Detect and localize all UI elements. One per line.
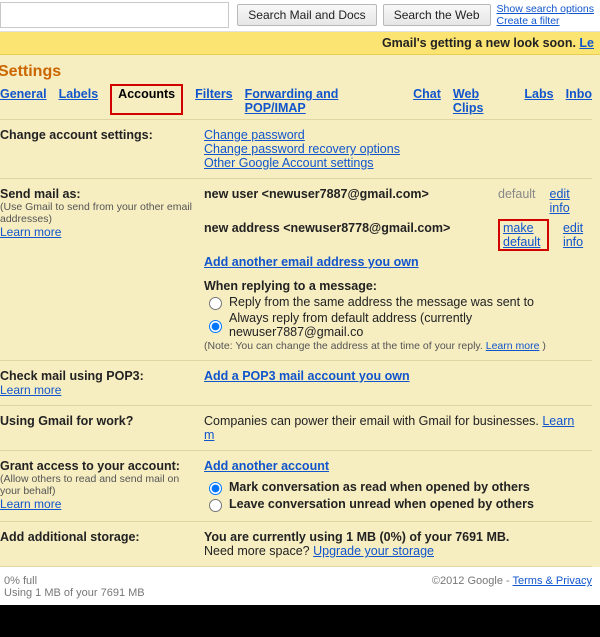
add-another-email-link[interactable]: Add another email address you own bbox=[204, 255, 419, 269]
tab-forwarding[interactable]: Forwarding and POP/IMAP bbox=[245, 87, 402, 115]
reply-opt1-label: Reply from the same address the message … bbox=[229, 295, 534, 309]
send-as-sublabel: (Use Gmail to send from your other email… bbox=[0, 201, 200, 225]
reply-note: (Note: You can change the address at the… bbox=[204, 340, 588, 352]
grant-option-leave-unread[interactable]: Leave conversation unread when opened by… bbox=[204, 496, 588, 512]
tab-webclips[interactable]: Web Clips bbox=[453, 87, 513, 115]
reply-note-suffix: ) bbox=[542, 340, 546, 352]
send-as-addr1-text: new user <newuser7887@gmail.com> bbox=[204, 187, 484, 201]
top-bar: Search Mail and Docs Search the Web Show… bbox=[0, 0, 600, 32]
send-as-label: Send mail as: bbox=[0, 187, 81, 201]
grant-sublabel: (Allow others to read and send mail on y… bbox=[0, 473, 200, 497]
row-send-mail-as: Send mail as: (Use Gmail to send from yo… bbox=[0, 179, 592, 361]
row-pop3: Check mail using POP3: Learn more Add a … bbox=[0, 361, 592, 406]
change-password-link[interactable]: Change password bbox=[204, 128, 305, 142]
settings-panel: Settings General Labels Accounts Filters… bbox=[0, 55, 600, 567]
tab-filters[interactable]: Filters bbox=[195, 87, 233, 115]
settings-table: Change account settings: Change password… bbox=[0, 120, 592, 567]
footer-copyright: ©2012 Google - bbox=[432, 575, 513, 587]
settings-title: Settings bbox=[0, 61, 592, 87]
row-gmail-work: Using Gmail for work? Companies can powe… bbox=[0, 406, 592, 451]
pop3-label: Check mail using POP3: bbox=[0, 369, 144, 383]
search-input[interactable] bbox=[0, 2, 229, 28]
footer-legal: ©2012 Google - Terms & Privacy bbox=[432, 575, 592, 599]
add-another-account-link[interactable]: Add another account bbox=[204, 459, 329, 473]
storage-usage-text: You are currently using 1 MB (0%) of you… bbox=[204, 530, 509, 544]
storage-need-more: Need more space? bbox=[204, 544, 313, 558]
work-label: Using Gmail for work? bbox=[0, 406, 204, 451]
grant-learn-more[interactable]: Learn more bbox=[0, 497, 61, 511]
grant-option-mark-read[interactable]: Mark conversation as read when opened by… bbox=[204, 479, 588, 495]
change-account-label: Change account settings: bbox=[0, 120, 204, 179]
tab-inbox[interactable]: Inbo bbox=[566, 87, 592, 115]
tab-labs[interactable]: Labs bbox=[524, 87, 553, 115]
tab-chat[interactable]: Chat bbox=[413, 87, 441, 115]
create-filter-link[interactable]: Create a filter bbox=[497, 15, 560, 27]
reply-opt2-label: Always reply from default address (curre… bbox=[229, 311, 588, 339]
new-look-banner: Gmail's getting a new look soon. Le bbox=[0, 32, 600, 55]
top-search-links: Show search options Create a filter bbox=[497, 3, 594, 27]
grant-opt1-label: Mark conversation as read when opened by… bbox=[229, 480, 530, 494]
banner-text: Gmail's getting a new look soon. bbox=[382, 36, 579, 50]
tab-accounts[interactable]: Accounts bbox=[110, 84, 183, 115]
footer-pct: 0% full bbox=[4, 575, 37, 587]
change-recovery-link[interactable]: Change password recovery options bbox=[204, 142, 400, 156]
page-footer: 0% full Using 1 MB of your 7691 MB ©2012… bbox=[0, 567, 600, 605]
send-as-addr2-text: new address <newuser8778@gmail.com> bbox=[204, 221, 484, 235]
reply-option-default-address[interactable]: Always reply from default address (curre… bbox=[204, 311, 588, 339]
grant-opt2-label: Leave conversation unread when opened by… bbox=[229, 497, 534, 511]
send-as-addr2-edit[interactable]: edit info bbox=[563, 221, 588, 249]
reply-note-prefix: (Note: You can change the address at the… bbox=[204, 340, 486, 352]
reply-radio-default[interactable] bbox=[209, 320, 222, 333]
search-web-button[interactable]: Search the Web bbox=[383, 4, 491, 26]
grant-radio-leave-unread[interactable] bbox=[209, 499, 222, 512]
send-as-addr2-make-default[interactable]: make default bbox=[498, 219, 549, 251]
footer-usage: Using 1 MB of your 7691 MB bbox=[4, 587, 145, 599]
upgrade-storage-link[interactable]: Upgrade your storage bbox=[313, 544, 434, 558]
tab-general[interactable]: General bbox=[0, 87, 47, 115]
pop3-learn-more[interactable]: Learn more bbox=[0, 383, 61, 397]
send-as-address-2: new address <newuser8778@gmail.com> make… bbox=[204, 219, 588, 251]
reply-note-learn-more[interactable]: Learn more bbox=[486, 340, 540, 352]
send-as-addr1-status: default bbox=[498, 187, 536, 201]
row-storage: Add additional storage: You are currentl… bbox=[0, 522, 592, 567]
grant-radio-mark-read[interactable] bbox=[209, 482, 222, 495]
send-as-addr1-edit[interactable]: edit info bbox=[550, 187, 588, 215]
work-text: Companies can power their email with Gma… bbox=[204, 414, 542, 428]
send-as-address-1: new user <newuser7887@gmail.com> default… bbox=[204, 187, 588, 215]
tab-labels[interactable]: Labels bbox=[59, 87, 99, 115]
other-google-settings-link[interactable]: Other Google Account settings bbox=[204, 156, 374, 170]
storage-label: Add additional storage: bbox=[0, 522, 204, 567]
banner-learn-link[interactable]: Le bbox=[579, 36, 594, 50]
reply-heading: When replying to a message: bbox=[204, 279, 588, 293]
row-grant-access: Grant access to your account: (Allow oth… bbox=[0, 451, 592, 522]
settings-tabs: General Labels Accounts Filters Forwardi… bbox=[0, 87, 592, 120]
grant-label: Grant access to your account: bbox=[0, 459, 180, 473]
reply-radio-same[interactable] bbox=[209, 297, 222, 310]
search-mail-docs-button[interactable]: Search Mail and Docs bbox=[237, 4, 376, 26]
send-as-learn-more[interactable]: Learn more bbox=[0, 225, 61, 239]
show-search-options-link[interactable]: Show search options bbox=[497, 3, 594, 15]
bottom-black-bar bbox=[0, 605, 600, 637]
footer-storage: 0% full Using 1 MB of your 7691 MB bbox=[4, 575, 145, 599]
add-pop3-account-link[interactable]: Add a POP3 mail account you own bbox=[204, 369, 410, 383]
footer-terms-link[interactable]: Terms & Privacy bbox=[513, 575, 592, 587]
reply-option-same-address[interactable]: Reply from the same address the message … bbox=[204, 294, 588, 310]
row-change-account: Change account settings: Change password… bbox=[0, 120, 592, 179]
